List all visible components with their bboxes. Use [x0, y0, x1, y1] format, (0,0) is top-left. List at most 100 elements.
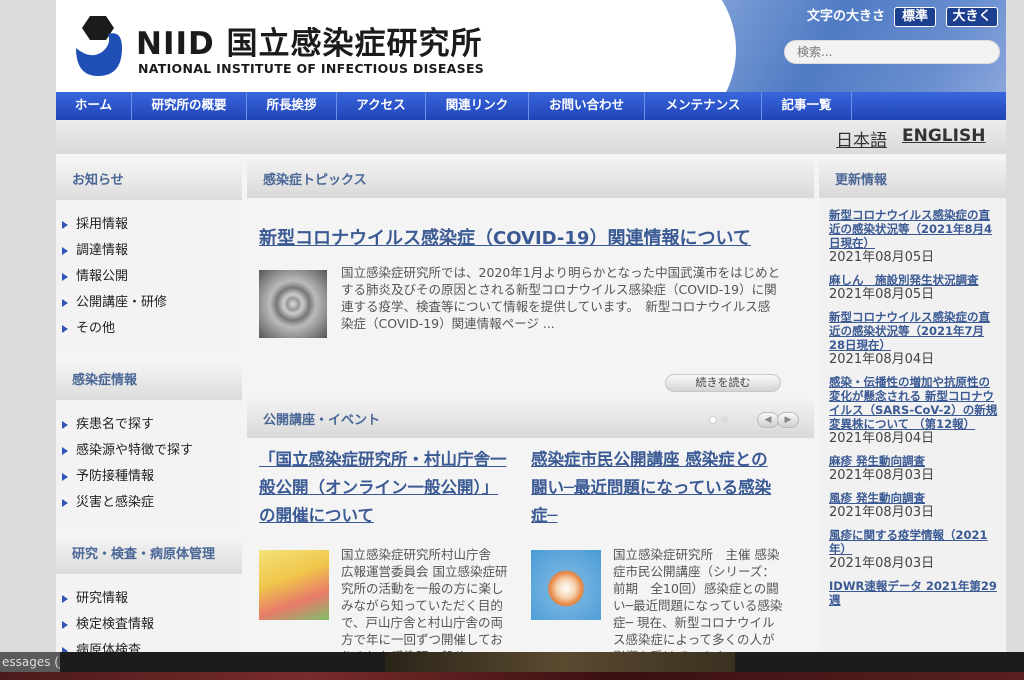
slide-dot[interactable]: [721, 416, 729, 424]
topic-summary: 国立感染症研究所では、2020年1月より明らかとなった中国武漢市をはじめとする肺…: [341, 265, 781, 331]
disease-box-title: 感染症情報: [72, 373, 138, 388]
update-link[interactable]: 風疹に関する疫学情報（2021年）: [829, 528, 998, 556]
updates-title: 更新情報: [835, 173, 888, 188]
event-poster-image[interactable]: [259, 550, 329, 620]
events-title: 公開講座・イベント: [263, 413, 381, 428]
topic-headline-link[interactable]: 新型コロナウイルス感染症（COVID-19）関連情報について: [259, 224, 751, 250]
update-date: 2021年08月03日: [829, 468, 935, 483]
event-item: 感染症市民公開講座 感染症との闘い─最近問題になっている感染症─: [531, 446, 779, 530]
research-box-title: 研究・検査・病原体管理: [72, 547, 216, 562]
events-list: 「国立感染症研究所・村山庁舎一般公開（オンライン一般公開）」の開催について 国立…: [247, 438, 814, 652]
update-link[interactable]: IDWR速報データ 2021年第29週: [829, 579, 998, 607]
sidebar-item-procurement[interactable]: 調達情報: [62, 238, 242, 264]
disease-box: 感染症情報 疾患名で探す 感染源や特徴で探す 予防接種情報 災害と感染症: [56, 358, 242, 526]
event-title-link[interactable]: 「国立感染症研究所・村山庁舎一般公開（オンライン一般公開）」の開催について: [259, 446, 507, 530]
page: NIID 国立感染症研究所 NATIONAL INSTITUTE OF INFE…: [56, 0, 1006, 652]
sidebar-item-research[interactable]: 研究情報: [62, 586, 242, 612]
site-subtitle: NATIONAL INSTITUTE OF INFECTIOUS DISEASE…: [138, 61, 485, 76]
taskbar: essages (j...: [0, 652, 1024, 680]
update-link[interactable]: 新型コロナウイルス感染症の直近の感染状況等（2021年7月28日現在）: [829, 310, 998, 352]
update-date: 2021年08月03日: [829, 556, 935, 571]
update-date: 2021年08月04日: [829, 352, 935, 367]
messages-tab[interactable]: essages (j...: [0, 652, 60, 672]
nav-about[interactable]: 研究所の概要: [132, 92, 247, 120]
lang-japanese-link[interactable]: 日本語: [836, 126, 887, 151]
update-item: 風疹 発生動向調査 2021年08月03日: [829, 491, 998, 521]
virus-image[interactable]: [259, 270, 327, 338]
site-header: NIID 国立感染症研究所 NATIONAL INSTITUTE OF INFE…: [56, 0, 1006, 92]
update-link[interactable]: 風疹 発生動向調査: [829, 491, 998, 505]
nav-maintenance[interactable]: メンテナンス: [645, 92, 762, 120]
sidebar-item-pathogen[interactable]: 病原体検査: [62, 638, 242, 652]
update-item: 新型コロナウイルス感染症の直近の感染状況等（2021年8月4日現在） 2021年0…: [829, 208, 998, 266]
updates-sidebar: 更新情報 新型コロナウイルス感染症の直近の感染状況等（2021年8月4日現在） 2…: [819, 158, 1006, 652]
lang-english-link[interactable]: ENGLISH: [902, 126, 985, 146]
update-item: 麻しん 施設別発生状況調査 2021年08月05日: [829, 273, 998, 303]
next-slide-button[interactable]: ▶: [777, 412, 799, 428]
main-content: 感染症トピックス 新型コロナウイルス感染症（COVID-19）関連情報について …: [247, 158, 814, 652]
niid-logo-icon[interactable]: [68, 14, 130, 80]
slide-dot-active[interactable]: [709, 416, 717, 424]
font-large-button[interactable]: 大きく: [946, 7, 998, 27]
update-item: 風疹に関する疫学情報（2021年） 2021年08月03日: [829, 528, 998, 572]
update-link[interactable]: 麻疹 発生動向調査: [829, 454, 998, 468]
sidebar-item-disaster[interactable]: 災害と感染症: [62, 490, 242, 516]
research-box: 研究・検査・病原体管理 研究情報 検定検査情報 病原体検査: [56, 532, 242, 652]
updates-header: 更新情報: [819, 158, 1006, 198]
nav-greeting[interactable]: 所長挨拶: [247, 92, 337, 120]
sidebar-item-by-source[interactable]: 感染源や特徴で探す: [62, 438, 242, 464]
update-date: 2021年08月05日: [829, 287, 935, 302]
disease-box-header: 感染症情報: [56, 358, 242, 400]
update-item: IDWR速報データ 2021年第29週: [829, 579, 998, 607]
update-date: 2021年08月05日: [829, 250, 935, 265]
sidebar-item-by-name[interactable]: 疾患名で探す: [62, 412, 242, 438]
update-item: 麻疹 発生動向調査 2021年08月03日: [829, 454, 998, 484]
update-link[interactable]: 新型コロナウイルス感染症の直近の感染状況等（2021年8月4日現在）: [829, 208, 998, 250]
update-item: 感染・伝播性の増加や抗原性の変化が懸念される 新型コロナウイルス（SARS-Co…: [829, 375, 998, 447]
update-link[interactable]: 感染・伝播性の増加や抗原性の変化が懸念される 新型コロナウイルス（SARS-Co…: [829, 375, 998, 431]
sidebar-item-lectures[interactable]: 公開講座・研修: [62, 290, 242, 316]
sidebar-item-vaccination[interactable]: 予防接種情報: [62, 464, 242, 490]
event-title-link[interactable]: 感染症市民公開講座 感染症との闘い─最近問題になっている感染症─: [531, 446, 779, 530]
search-input[interactable]: 検索...: [784, 40, 1000, 64]
prev-slide-button[interactable]: ◀: [757, 412, 779, 428]
update-date: 2021年08月04日: [829, 431, 935, 446]
taskbar-strip: [0, 672, 1024, 680]
event-virus-image[interactable]: [531, 550, 601, 620]
font-standard-button[interactable]: 標準: [894, 7, 936, 27]
topics-header: 感染症トピックス: [247, 158, 814, 198]
news-box: お知らせ 採用情報 調達情報 情報公開 公開講座・研修 その他: [56, 158, 242, 352]
sidebar-item-other[interactable]: その他: [62, 316, 242, 342]
event-summary: 国立感染症研究所村山庁舎 広報運営委員会 国立感染症研究所の活動を一般の方に楽し…: [341, 547, 508, 652]
topics-title: 感染症トピックス: [263, 173, 367, 188]
news-list: 採用情報 調達情報 情報公開 公開講座・研修 その他: [56, 200, 242, 352]
event-item: 「国立感染症研究所・村山庁舎一般公開（オンライン一般公開）」の開催について: [259, 446, 507, 530]
font-size-label: 文字の大きさ: [807, 9, 886, 24]
nav-contact[interactable]: お問い合わせ: [529, 92, 645, 120]
news-box-title: お知らせ: [72, 173, 124, 188]
left-sidebar: お知らせ 採用情報 調達情報 情報公開 公開講座・研修 その他 感染症情報 疾患…: [56, 158, 242, 652]
news-box-header: お知らせ: [56, 158, 242, 200]
nav-articles[interactable]: 記事一覧: [762, 92, 852, 120]
topic-item: 新型コロナウイルス感染症（COVID-19）関連情報について 国立感染症研究所で…: [247, 198, 814, 398]
language-bar: 日本語 ENGLISH: [56, 120, 1006, 154]
updates-list: 新型コロナウイルス感染症の直近の感染状況等（2021年8月4日現在） 2021年0…: [819, 198, 1006, 607]
sidebar-item-recruit[interactable]: 採用情報: [62, 212, 242, 238]
nav-home[interactable]: ホーム: [56, 92, 132, 120]
update-date: 2021年08月03日: [829, 505, 935, 520]
sidebar-item-inspection[interactable]: 検定検査情報: [62, 612, 242, 638]
event-summary: 国立感染症研究所 主催 感染症市民公開講座（シリーズ：前期 全10回）感染症との…: [613, 547, 783, 652]
update-item: 新型コロナウイルス感染症の直近の感染状況等（2021年7月28日現在） 2021年…: [829, 310, 998, 368]
read-more-button[interactable]: 続きを読む: [665, 374, 781, 392]
research-box-header: 研究・検査・病原体管理: [56, 532, 242, 574]
site-title[interactable]: NIID 国立感染症研究所: [136, 18, 483, 63]
events-header: 公開講座・イベント ◀ ▶: [247, 398, 814, 438]
sidebar-item-disclosure[interactable]: 情報公開: [62, 264, 242, 290]
research-list: 研究情報 検定検査情報 病原体検査: [56, 574, 242, 652]
update-link[interactable]: 麻しん 施設別発生状況調査: [829, 273, 998, 287]
header-curve: [476, 0, 736, 92]
nav-access[interactable]: アクセス: [337, 92, 426, 120]
disease-list: 疾患名で探す 感染源や特徴で探す 予防接種情報 災害と感染症: [56, 400, 242, 526]
nav-links[interactable]: 関連リンク: [426, 92, 529, 120]
main-nav: ホーム 研究所の概要 所長挨拶 アクセス 関連リンク お問い合わせ メンテナンス…: [56, 92, 1006, 120]
